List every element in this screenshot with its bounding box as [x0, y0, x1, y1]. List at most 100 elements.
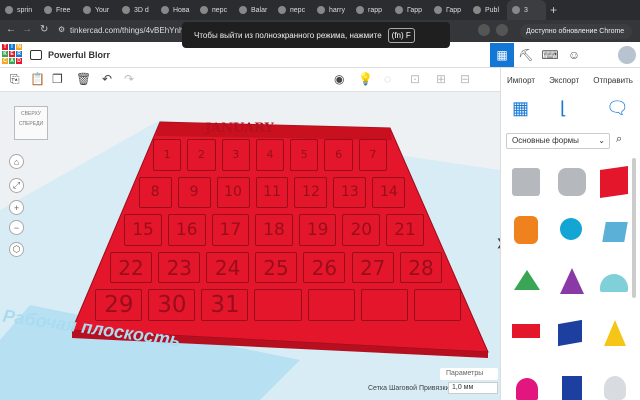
- build-icon[interactable]: ⛏: [514, 43, 538, 67]
- calendar-day-number: 31: [210, 292, 240, 319]
- mirror-icon[interactable]: ⊟: [460, 72, 470, 86]
- delete-icon[interactable]: 🗑: [76, 72, 91, 86]
- browser-tab[interactable]: перс: [273, 0, 312, 20]
- undo-icon[interactable]: ↶: [102, 72, 112, 86]
- align-icon[interactable]: ⊞: [436, 72, 446, 86]
- ruler-tool-icon[interactable]: ⌊: [560, 98, 567, 119]
- browser-tab[interactable]: Нова: [156, 0, 195, 20]
- extension-icon[interactable]: [496, 24, 508, 36]
- tab-favicon-icon: [44, 6, 52, 14]
- ruler-icon[interactable]: ⊡: [410, 72, 420, 86]
- calendar-day-cell: 8: [138, 176, 172, 209]
- ortho-icon[interactable]: ⬡: [9, 242, 24, 257]
- calendar-day-number: 1: [163, 148, 171, 162]
- shape-cylinder[interactable]: [514, 216, 538, 244]
- logo-cell: A: [9, 58, 15, 64]
- params-button[interactable]: Параметры: [440, 368, 498, 380]
- browser-tab[interactable]: sprin: [0, 0, 39, 20]
- shape-prism[interactable]: [558, 319, 582, 347]
- tab-favicon-icon: [122, 6, 130, 14]
- import-button[interactable]: Импорт: [507, 76, 535, 85]
- tab-favicon-icon: [512, 6, 520, 14]
- browser-tab-label: перс: [212, 6, 228, 14]
- redo-icon[interactable]: ↷: [124, 72, 134, 86]
- browser-tab[interactable]: перс: [195, 0, 234, 20]
- browser-tab[interactable]: Your: [78, 0, 117, 20]
- chrome-update-button[interactable]: Доступно обновление Chrome: [520, 24, 632, 39]
- calendar-day-cell: [360, 289, 408, 321]
- workplane-tool-icon[interactable]: ▦: [512, 98, 529, 119]
- logo-cell: T: [2, 44, 8, 50]
- shape-scribble[interactable]: [602, 222, 628, 242]
- grid-snap-select[interactable]: 1,0 мм: [448, 382, 498, 394]
- browser-tab-active[interactable]: 3: [507, 0, 546, 20]
- fullscreen-message: Чтобы выйти из полноэкранного режима, на…: [194, 30, 382, 40]
- panel-tabs: Импорт Экспорт Отправить: [500, 70, 640, 90]
- export-button[interactable]: Экспорт: [549, 76, 579, 85]
- browser-tab[interactable]: Balar: [234, 0, 273, 20]
- shape-cylinder-hole[interactable]: [558, 168, 586, 196]
- copy-icon[interactable]: ⎘: [10, 72, 20, 87]
- paste-icon[interactable]: 📋: [30, 72, 45, 86]
- tinkercad-logo[interactable]: T I N K E R C A D: [2, 44, 22, 64]
- light-icon[interactable]: 💡: [358, 72, 373, 86]
- calendar-day-cell: 13: [333, 176, 367, 209]
- reload-icon[interactable]: ↻: [40, 24, 48, 35]
- extension-icon[interactable]: [478, 24, 490, 36]
- tab-favicon-icon: [356, 6, 364, 14]
- shape-half-sphere[interactable]: [516, 378, 538, 400]
- duplicate-icon[interactable]: ❐: [52, 72, 63, 86]
- browser-tab[interactable]: Free: [39, 0, 78, 20]
- view-note-icon[interactable]: ◉: [334, 72, 344, 86]
- calendar-day-cell: [307, 289, 355, 321]
- calendar-day-cell: 4: [255, 139, 285, 171]
- site-info-icon[interactable]: ⚙: [58, 25, 65, 34]
- calendar-day-number: 28: [408, 255, 434, 280]
- calendar-day-cell: 28: [399, 251, 443, 284]
- shape-category-select[interactable]: Основные формы ⌄: [506, 133, 610, 149]
- note-icon[interactable]: ◌: [384, 72, 391, 86]
- zoom-in-icon[interactable]: +: [9, 200, 24, 215]
- add-user-icon[interactable]: ☺: [562, 43, 586, 67]
- avatar[interactable]: [618, 46, 636, 64]
- calendar-day-cell: 20: [342, 214, 381, 246]
- calendar-day-cell: 27: [351, 251, 394, 284]
- browser-tab[interactable]: гарр: [351, 0, 390, 20]
- send-button[interactable]: Отправить: [593, 76, 633, 85]
- new-tab-icon[interactable]: +: [546, 3, 561, 17]
- shape-box-hole[interactable]: [512, 168, 540, 196]
- panel-scrollbar[interactable]: [632, 158, 636, 298]
- code-icon[interactable]: ⌨: [538, 43, 562, 67]
- calendar-day-number: 7: [369, 148, 377, 162]
- view-cube[interactable]: СВЕРХУ СПЕРЕДИ: [14, 106, 48, 140]
- shape-sphere[interactable]: [560, 218, 582, 240]
- design-title[interactable]: Powerful Blorr: [48, 50, 110, 60]
- fit-icon[interactable]: ⤢: [9, 178, 24, 193]
- browser-tab[interactable]: 3D d: [117, 0, 156, 20]
- browser-tab-label: 3: [524, 6, 528, 14]
- menu-icon[interactable]: [30, 50, 42, 60]
- shape-text[interactable]: [512, 324, 540, 338]
- forward-icon[interactable]: →: [22, 24, 32, 35]
- browser-tab[interactable]: Гарр: [390, 0, 429, 20]
- shape-paraboloid[interactable]: [604, 376, 626, 400]
- browser-tab[interactable]: Publ: [468, 0, 507, 20]
- calendar-day-cell: [413, 289, 461, 321]
- browser-tab-label: Нова: [173, 6, 190, 14]
- browser-tab[interactable]: Гарр: [429, 0, 468, 20]
- home-icon[interactable]: ⌂: [9, 154, 24, 169]
- workplane-canvas[interactable]: JANUARY 1 2 3 4 5 6 7 8 9 10 11 12 13 14 15 16 17 18 19 20 2…: [0, 92, 500, 400]
- shape-box[interactable]: [600, 166, 628, 198]
- calendar-day-cell: 1: [153, 139, 182, 171]
- zoom-out-icon[interactable]: −: [9, 220, 24, 235]
- browser-tab[interactable]: harry: [312, 0, 351, 20]
- url-field[interactable]: tinkercad.com/things/4vBEhYnhrH: [70, 24, 200, 38]
- grid-view-icon[interactable]: ▦: [490, 43, 514, 67]
- search-icon[interactable]: ⌕: [616, 133, 622, 146]
- back-icon[interactable]: ←: [6, 24, 16, 35]
- calendar-day-cell: 30: [148, 289, 196, 321]
- fullscreen-key: (fn) F: [387, 27, 415, 43]
- notes-tool-icon[interactable]: 🗨: [606, 98, 629, 119]
- calendar-day-number: 4: [266, 148, 274, 162]
- shape-polygon[interactable]: [562, 376, 582, 400]
